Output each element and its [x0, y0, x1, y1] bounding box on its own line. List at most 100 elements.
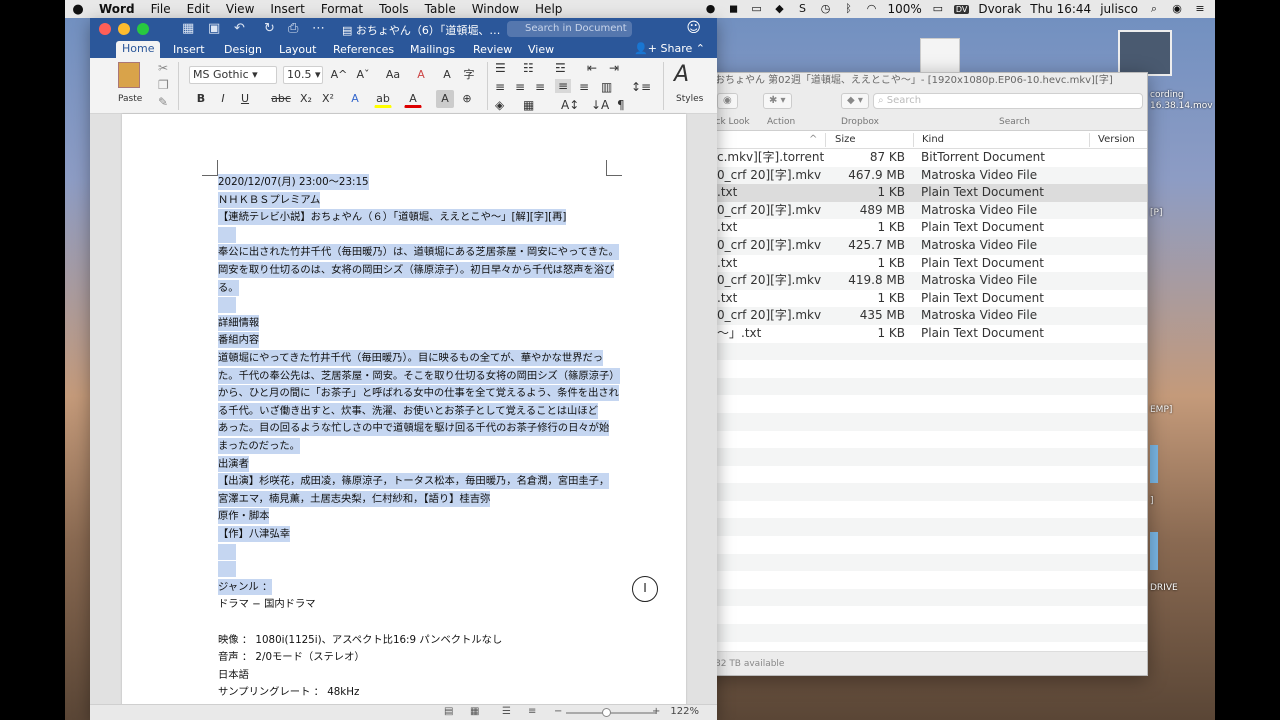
decrease-indent-icon[interactable]: ⇤	[587, 61, 597, 75]
desktop-video-thumbnail[interactable]	[1118, 30, 1172, 76]
zoom-out-icon[interactable]: −	[554, 706, 562, 717]
column-version[interactable]: Version	[1098, 134, 1135, 145]
status-icon[interactable]: ◼	[727, 3, 741, 15]
line-spacing-icon[interactable]: ↕≡	[631, 80, 651, 94]
zoom-level[interactable]: 122%	[670, 706, 699, 717]
customize-toolbar-icon[interactable]: ⋯	[312, 21, 325, 36]
format-painter-icon[interactable]: ✎	[158, 95, 168, 109]
outline-view-icon[interactable]: ☰	[502, 706, 511, 717]
paste-icon[interactable]	[118, 62, 140, 88]
tab-layout[interactable]: Layout	[273, 42, 322, 57]
align-right-icon[interactable]: ≡	[535, 80, 545, 94]
strikethrough-button[interactable]: abc	[268, 90, 294, 108]
column-divider[interactable]	[913, 133, 914, 147]
menu-app-name[interactable]: Word	[91, 2, 143, 16]
finder-file-row[interactable]: 0_crf 20][字].mkv 467.9 MB Matroska Video F…	[701, 166, 1147, 185]
sync-icon[interactable]: S	[796, 3, 810, 15]
columns-icon[interactable]: ▥	[601, 80, 612, 94]
zoom-slider-knob[interactable]	[602, 708, 611, 717]
web-layout-view-icon[interactable]: ▦	[470, 706, 479, 717]
superscript-button[interactable]: X²	[318, 90, 338, 108]
text-effects-button[interactable]: A	[346, 90, 364, 108]
column-divider[interactable]	[1089, 133, 1090, 147]
shading-icon[interactable]: ◈	[495, 98, 504, 112]
tab-mailings[interactable]: Mailings	[404, 42, 461, 57]
close-window-button[interactable]	[99, 23, 111, 35]
styles-icon[interactable]: A	[674, 62, 689, 87]
phonetic-guide-button[interactable]: A	[438, 66, 456, 84]
siri-icon[interactable]: ◉	[1170, 3, 1184, 15]
align-left-icon[interactable]: ≡	[495, 80, 505, 94]
desktop-file-icon[interactable]	[920, 38, 960, 74]
menu-user[interactable]: julisco	[1100, 2, 1138, 16]
sort-chevron-icon[interactable]: ^	[809, 134, 817, 145]
finder-title[interactable]: おちょやん 第02週「道頓堀、ええとこや〜」- [1920x1080p.EP06…	[701, 73, 1147, 89]
action-button[interactable]: ✱ ▾	[763, 93, 792, 109]
zoom-in-icon[interactable]: +	[652, 706, 660, 717]
tab-references[interactable]: References	[327, 42, 400, 57]
font-color-button[interactable]: A	[404, 90, 422, 108]
show-formatting-icon[interactable]: ¶	[617, 98, 625, 112]
menu-window[interactable]: Window	[464, 2, 527, 16]
notification-center-icon[interactable]: ≡	[1193, 3, 1207, 15]
menu-clock[interactable]: Thu 16:44	[1030, 2, 1091, 16]
word-search-input[interactable]: Search in Document	[507, 21, 632, 37]
print-icon[interactable]: ⎙	[288, 21, 298, 36]
numbering-icon[interactable]: ☷	[523, 61, 534, 75]
minimize-window-button[interactable]	[118, 23, 130, 35]
desktop-drive-icon[interactable]	[1150, 532, 1158, 570]
zoom-slider[interactable]	[566, 712, 656, 714]
distributed-icon[interactable]: ≡	[579, 80, 589, 94]
time-machine-icon[interactable]: ◷	[819, 3, 833, 15]
enclose-button[interactable]: ⊕	[458, 90, 476, 108]
finder-file-row[interactable]: 0_crf 20][字].mkv 419.8 MB Matroska Video F…	[701, 272, 1147, 290]
change-case-button[interactable]: Aa	[381, 66, 405, 84]
text-direction-icon[interactable]: A↕	[561, 98, 579, 112]
sort-icon[interactable]: ↓A	[591, 98, 609, 112]
spotlight-icon[interactable]: ⌕	[1147, 3, 1161, 15]
grow-font-button[interactable]: A^	[328, 66, 350, 84]
italic-button[interactable]: I	[214, 90, 232, 108]
finder-file-row[interactable]: 0_crf 20][字].mkv 425.7 MB Matroska Video F…	[701, 236, 1147, 255]
align-center-icon[interactable]: ≡	[515, 80, 525, 94]
finder-file-row[interactable]: .txt 1 KB Plain Text Document	[701, 255, 1147, 273]
finder-file-row[interactable]: 0_crf 20][字].mkv 435 MB Matroska Video Fil…	[701, 307, 1147, 325]
menu-help[interactable]: Help	[527, 2, 570, 16]
battery-percent[interactable]: 100%	[888, 2, 922, 16]
bullets-icon[interactable]: ☰	[495, 61, 506, 75]
dropbox-icon[interactable]: ◆	[773, 3, 787, 15]
subscript-button[interactable]: X₂	[296, 90, 316, 108]
wifi-icon[interactable]: ◠	[865, 3, 879, 15]
tab-view[interactable]: View	[522, 42, 560, 57]
tab-home[interactable]: Home	[116, 41, 161, 58]
shrink-font-button[interactable]: Aˇ	[352, 66, 374, 84]
document-page[interactable]: 2020/12/07(月) 23:00〜23:15 ＮＨＫＢＳプレミアム 【連続テレ…	[122, 114, 686, 714]
clear-formatting-button[interactable]: A	[412, 66, 430, 84]
character-shading-button[interactable]: A	[436, 90, 454, 108]
sidebar-toggle-icon[interactable]: ▦	[182, 21, 194, 36]
zoom-window-button[interactable]	[137, 23, 149, 35]
bold-button[interactable]: B	[192, 90, 210, 108]
font-size-select[interactable]: 10.5 ▾	[283, 66, 323, 84]
tab-design[interactable]: Design	[218, 42, 268, 57]
battery-icon[interactable]: ▭	[931, 3, 945, 15]
paste-label[interactable]: Paste	[118, 94, 142, 104]
styles-label[interactable]: Styles	[676, 94, 703, 104]
finder-file-row[interactable]: .txt 1 KB Plain Text Document	[701, 184, 1147, 202]
menu-insert[interactable]: Insert	[262, 2, 312, 16]
font-name-select[interactable]: MS Gothic ▾	[189, 66, 277, 84]
keyboard-layout[interactable]: Dvorak	[978, 2, 1021, 16]
desktop-drive-icon[interactable]	[1150, 445, 1158, 483]
underline-button[interactable]: U	[236, 90, 254, 108]
share-button[interactable]: 👤+ Share ⌃	[634, 42, 705, 55]
record-icon[interactable]: ●	[704, 3, 718, 15]
cut-icon[interactable]: ✂	[158, 61, 168, 75]
menu-view[interactable]: View	[218, 2, 262, 16]
quick-look-button[interactable]: ◉	[717, 93, 738, 109]
multilevel-list-icon[interactable]: ☲	[555, 61, 566, 75]
borders-icon[interactable]: ▦	[523, 98, 534, 112]
finder-file-row[interactable]: 0_crf 20][字].mkv 489 MB Matroska Video Fil…	[701, 201, 1147, 220]
finder-file-row[interactable]: .txt 1 KB Plain Text Document	[701, 219, 1147, 237]
draft-view-icon[interactable]: ≡	[528, 706, 536, 717]
tab-review[interactable]: Review	[467, 42, 518, 57]
